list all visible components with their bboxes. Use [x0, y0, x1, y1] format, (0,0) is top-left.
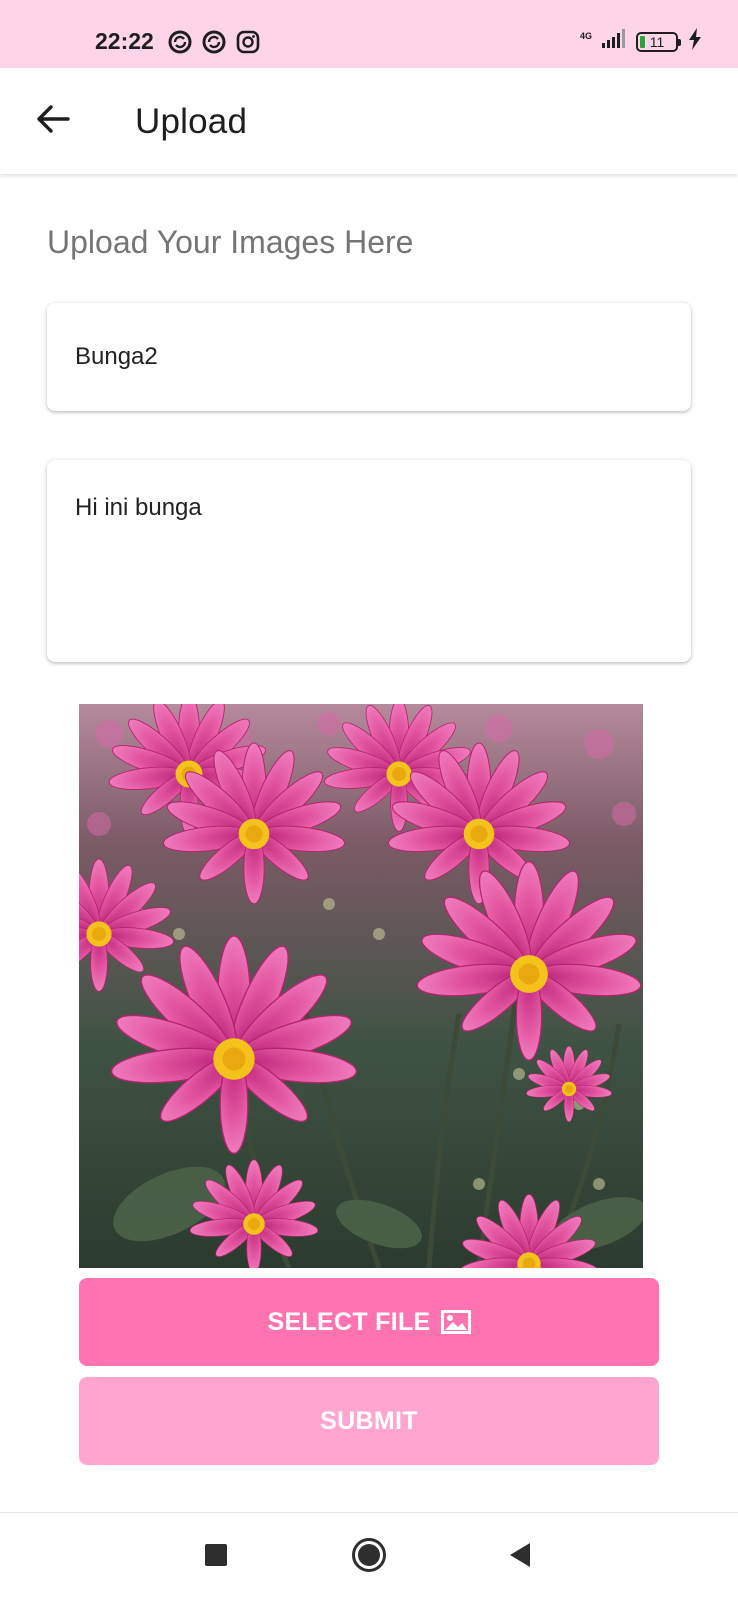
- submit-label: SUBMIT: [320, 1406, 418, 1435]
- network-type: 4G: [579, 31, 592, 41]
- pink-flowers-photo: [79, 704, 643, 1268]
- status-system-icons: 4G 11: [580, 28, 702, 56]
- submit-button[interactable]: SUBMIT: [79, 1377, 659, 1465]
- sync-icon: [168, 30, 192, 60]
- select-file-label: SELECT FILE: [267, 1307, 431, 1336]
- battery-fill: [640, 36, 645, 48]
- back-triangle-icon: [508, 1542, 532, 1573]
- recents-button[interactable]: [194, 1535, 238, 1579]
- title-input[interactable]: Bunga2: [47, 303, 691, 411]
- signal-icon: [602, 29, 626, 55]
- status-time: 22:22: [95, 28, 154, 54]
- page-title: Upload: [135, 102, 248, 141]
- home-button[interactable]: [347, 1535, 391, 1579]
- charging-icon: [688, 28, 702, 56]
- navigation-bar: [0, 1512, 738, 1600]
- battery-icon: 11: [636, 32, 681, 52]
- instagram-icon: [236, 30, 260, 60]
- description-input[interactable]: Hi ini bunga: [47, 460, 691, 662]
- form-heading: Upload Your Images Here: [47, 224, 414, 260]
- status-bar: 22:22 4G 11: [0, 0, 738, 68]
- back-button[interactable]: [30, 98, 76, 144]
- app-bar: Upload: [0, 68, 738, 174]
- image-icon: [440, 1310, 471, 1334]
- home-circle-icon: [351, 1537, 387, 1578]
- arrow-left-icon: [36, 104, 70, 139]
- battery-level: 11: [649, 34, 665, 50]
- recents-square-icon: [204, 1543, 228, 1572]
- system-back-button[interactable]: [498, 1535, 542, 1579]
- status-notification-icons: [168, 30, 260, 60]
- sync-icon: [202, 30, 226, 60]
- select-file-button[interactable]: SELECT FILE: [79, 1278, 659, 1366]
- image-preview: [79, 704, 643, 1268]
